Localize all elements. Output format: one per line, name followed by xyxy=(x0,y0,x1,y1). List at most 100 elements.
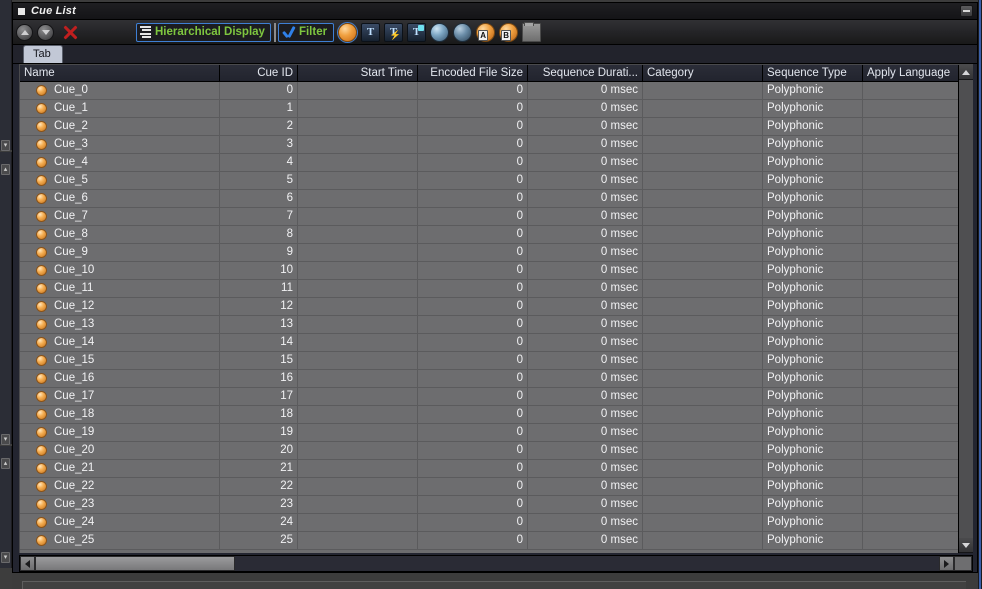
column-header-seq_type[interactable]: Sequence Type xyxy=(763,65,863,81)
delete-button[interactable] xyxy=(60,22,80,42)
table-row[interactable]: Cue_2 2 0 0 msec Polyphonic xyxy=(20,118,958,136)
table-row[interactable]: Cue_0 0 0 0 msec Polyphonic xyxy=(20,82,958,100)
column-header-category[interactable]: Category xyxy=(643,65,763,81)
cell-encoded_size: 0 xyxy=(418,118,528,135)
column-header-seq_duration[interactable]: Sequence Durati... xyxy=(528,65,643,81)
sphere-b-icon[interactable]: B xyxy=(499,22,519,42)
cell-cue_id: 20 xyxy=(220,442,298,459)
table-row[interactable]: Cue_22 22 0 0 msec Polyphonic xyxy=(20,478,958,496)
cue-name-label: Cue_11 xyxy=(54,282,94,294)
horizontal-scroll-thumb[interactable] xyxy=(35,556,235,571)
splitter-handle[interactable]: ▾ xyxy=(1,552,10,563)
table-row[interactable]: Cue_25 25 0 0 msec Polyphonic xyxy=(20,532,958,550)
cell-name: Cue_23 xyxy=(20,496,220,513)
column-header-start_time[interactable]: Start Time xyxy=(298,65,418,81)
cell-name: Cue_13 xyxy=(20,316,220,333)
text-t-cyan-icon[interactable]: T xyxy=(407,22,427,42)
cell-cue_id: 22 xyxy=(220,478,298,495)
minimize-icon[interactable] xyxy=(960,5,973,17)
cell-name: Cue_4 xyxy=(20,154,220,171)
column-header-apply_language[interactable]: Apply Language xyxy=(863,65,958,81)
table-row[interactable]: Cue_23 23 0 0 msec Polyphonic xyxy=(20,496,958,514)
vertical-scrollbar[interactable] xyxy=(958,65,973,553)
cell-cue_id: 12 xyxy=(220,298,298,315)
splitter-handle[interactable]: ▴ xyxy=(1,164,10,175)
table-row[interactable]: Cue_18 18 0 0 msec Polyphonic xyxy=(20,406,958,424)
cell-apply_language xyxy=(863,280,958,297)
filter-button[interactable]: Filter xyxy=(277,22,335,42)
cell-category xyxy=(643,460,763,477)
table-row[interactable]: Cue_21 21 0 0 msec Polyphonic xyxy=(20,460,958,478)
cell-seq_duration: 0 msec xyxy=(528,424,643,441)
cell-seq_type: Polyphonic xyxy=(763,334,863,351)
table-row[interactable]: Cue_6 6 0 0 msec Polyphonic xyxy=(20,190,958,208)
move-down-button[interactable] xyxy=(37,23,54,41)
cell-seq_type: Polyphonic xyxy=(763,226,863,243)
cell-seq_duration: 0 msec xyxy=(528,226,643,243)
table-row[interactable]: Cue_4 4 0 0 msec Polyphonic xyxy=(20,154,958,172)
cell-start_time xyxy=(298,82,418,99)
scroll-left-icon[interactable] xyxy=(20,556,35,571)
cell-name: Cue_25 xyxy=(20,532,220,549)
cue-name-label: Cue_3 xyxy=(54,138,88,150)
horizontal-scroll-track[interactable] xyxy=(235,556,939,571)
cell-category xyxy=(643,442,763,459)
cell-cue_id: 17 xyxy=(220,388,298,405)
table-row[interactable]: Cue_24 24 0 0 msec Polyphonic xyxy=(20,514,958,532)
cell-apply_language xyxy=(863,478,958,495)
splitter-handle[interactable]: ▴ xyxy=(1,458,10,469)
cell-seq_duration: 0 msec xyxy=(528,262,643,279)
table-row[interactable]: Cue_11 11 0 0 msec Polyphonic xyxy=(20,280,958,298)
sphere-a-icon[interactable]: A xyxy=(476,22,496,42)
page-title: Cue List xyxy=(31,5,76,17)
table-row[interactable]: Cue_13 13 0 0 msec Polyphonic xyxy=(20,316,958,334)
cell-seq_duration: 0 msec xyxy=(528,370,643,387)
table-row[interactable]: Cue_7 7 0 0 msec Polyphonic xyxy=(20,208,958,226)
text-t-bolt-icon[interactable]: T ⚡ xyxy=(384,22,404,42)
table-row[interactable]: Cue_20 20 0 0 msec Polyphonic xyxy=(20,442,958,460)
cue-sphere-icon[interactable] xyxy=(338,22,358,42)
table-row[interactable]: Cue_15 15 0 0 msec Polyphonic xyxy=(20,352,958,370)
cell-apply_language xyxy=(863,514,958,531)
tab-tab[interactable]: Tab xyxy=(23,45,63,63)
lower-panel-top-edge xyxy=(22,581,966,589)
table-row[interactable]: Cue_19 19 0 0 msec Polyphonic xyxy=(20,424,958,442)
move-up-button[interactable] xyxy=(16,23,33,41)
table-row[interactable]: Cue_9 9 0 0 msec Polyphonic xyxy=(20,244,958,262)
horizontal-scrollbar[interactable] xyxy=(19,555,973,572)
cell-name: Cue_17 xyxy=(20,388,220,405)
table-row[interactable]: Cue_3 3 0 0 msec Polyphonic xyxy=(20,136,958,154)
scroll-up-icon[interactable] xyxy=(959,65,973,80)
splitter-handle[interactable]: ▾ xyxy=(1,434,10,445)
table-row[interactable]: Cue_8 8 0 0 msec Polyphonic xyxy=(20,226,958,244)
folder-icon[interactable] xyxy=(522,21,542,42)
cell-start_time xyxy=(298,334,418,351)
vertical-scroll-track[interactable] xyxy=(959,80,973,538)
scroll-down-icon[interactable] xyxy=(959,538,973,553)
cue-sphere-icon xyxy=(36,139,47,150)
globe-light-icon[interactable] xyxy=(430,22,450,42)
table-row[interactable]: Cue_17 17 0 0 msec Polyphonic xyxy=(20,388,958,406)
hierarchical-display-button[interactable]: Hierarchical Display xyxy=(136,22,271,42)
splitter-handle[interactable]: ▾ xyxy=(1,140,10,151)
text-t-icon[interactable]: T xyxy=(361,22,381,42)
table-row[interactable]: Cue_10 10 0 0 msec Polyphonic xyxy=(20,262,958,280)
cell-start_time xyxy=(298,388,418,405)
cell-category xyxy=(643,406,763,423)
cell-apply_language xyxy=(863,244,958,261)
cell-cue_id: 8 xyxy=(220,226,298,243)
scroll-right-icon[interactable] xyxy=(939,556,954,571)
table-row[interactable]: Cue_14 14 0 0 msec Polyphonic xyxy=(20,334,958,352)
table-row[interactable]: Cue_5 5 0 0 msec Polyphonic xyxy=(20,172,958,190)
table-row[interactable]: Cue_12 12 0 0 msec Polyphonic xyxy=(20,298,958,316)
cell-name: Cue_5 xyxy=(20,172,220,189)
column-header-name[interactable]: Name xyxy=(20,65,220,81)
cue-sphere-icon xyxy=(36,175,47,186)
table-row[interactable]: Cue_16 16 0 0 msec Polyphonic xyxy=(20,370,958,388)
cue-sphere-icon xyxy=(36,319,47,330)
table-row[interactable]: Cue_1 1 0 0 msec Polyphonic xyxy=(20,100,958,118)
cell-cue_id: 19 xyxy=(220,424,298,441)
column-header-cue_id[interactable]: Cue ID xyxy=(220,65,298,81)
column-header-encoded_size[interactable]: Encoded File Size xyxy=(418,65,528,81)
globe-dark-icon[interactable] xyxy=(453,22,473,42)
